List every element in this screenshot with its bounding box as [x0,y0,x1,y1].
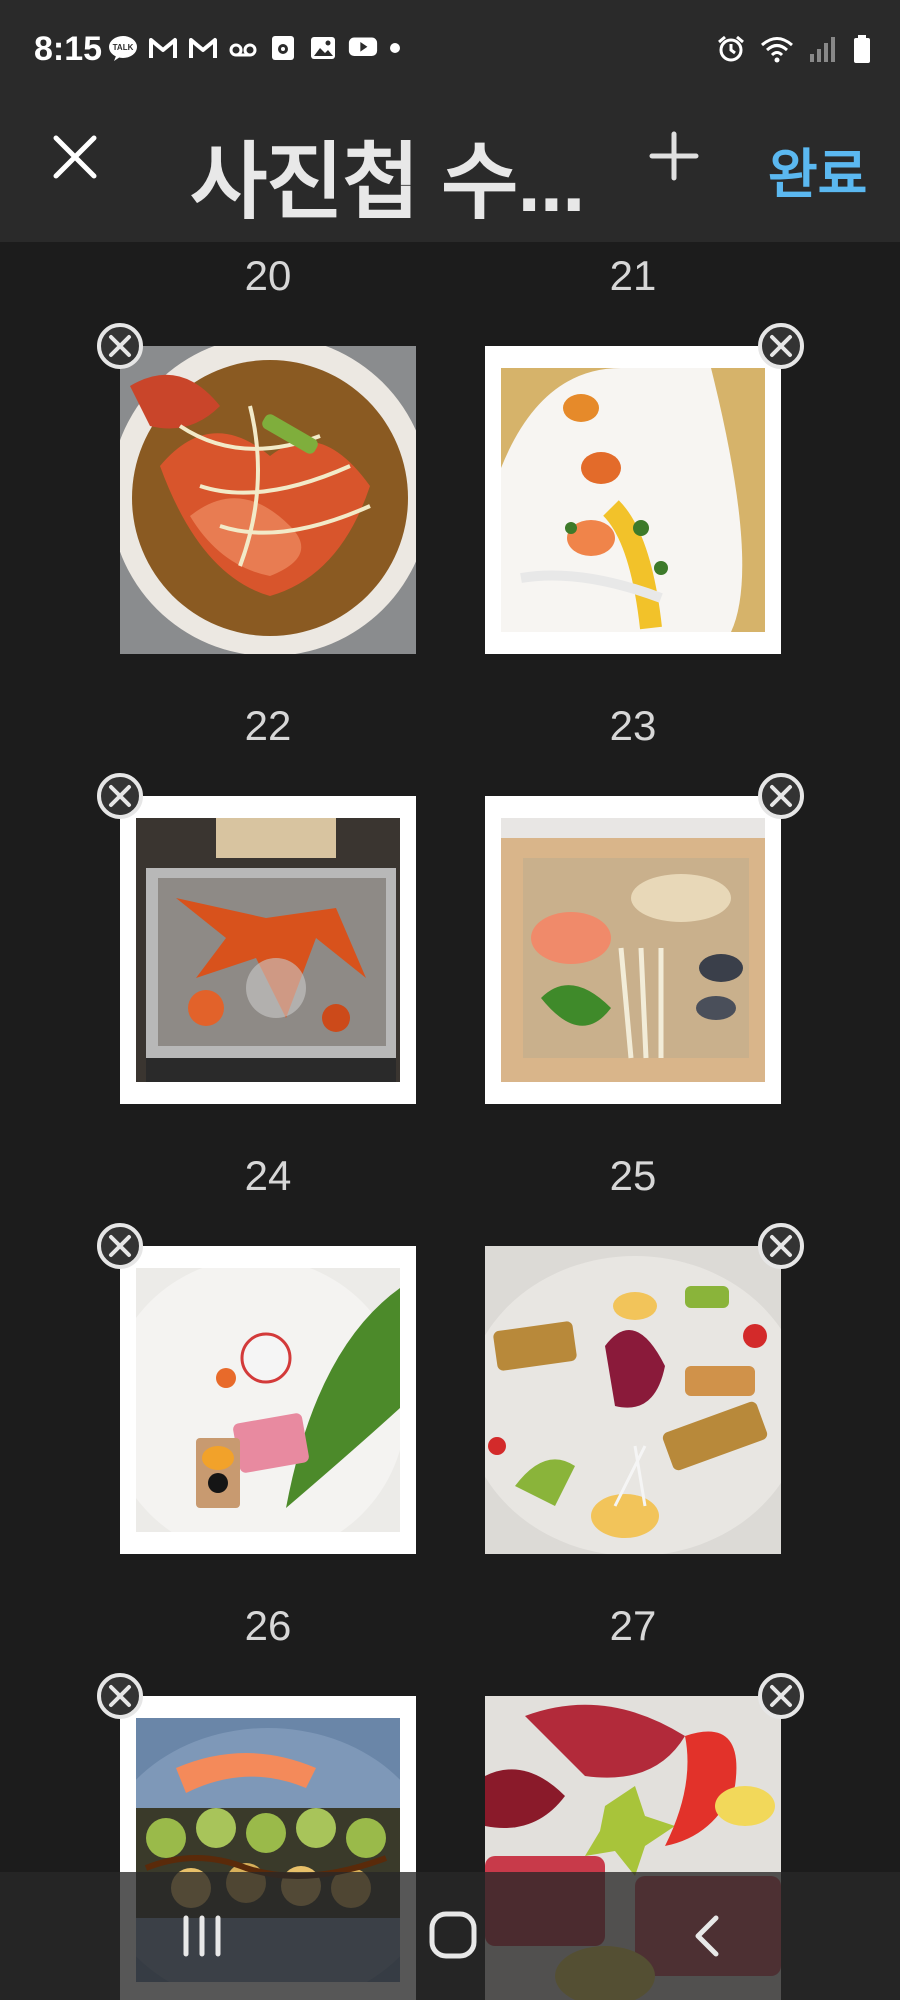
add-photo-button[interactable] [646,128,702,184]
youtube-icon [348,34,378,62]
remove-photo-button[interactable] [757,1222,805,1270]
photo-number: 21 [609,252,657,299]
app-header: 사진첩 수... 완료 [0,100,900,242]
back-icon [695,1915,719,1957]
photo-number: 24 [244,1152,292,1199]
remove-photo-button[interactable] [96,1672,144,1720]
recent-apps-icon [183,1915,221,1957]
home-button[interactable] [428,1910,478,1960]
voicemail-icon [228,34,258,62]
kakaotalk-icon: TALK [108,34,138,62]
seafood-basket-image [501,818,765,1082]
close-icon [53,135,97,179]
svg-text:TALK: TALK [113,43,134,52]
photo-number: 23 [609,702,657,749]
remove-circle-icon [97,323,143,369]
remove-circle-icon [97,1673,143,1719]
photo-thumbnail[interactable] [120,796,416,1104]
photo-thumbnail[interactable] [485,346,781,654]
done-button[interactable]: 완료 [768,130,867,209]
close-button[interactable] [48,130,102,184]
photo-thumbnail[interactable] [485,1246,781,1554]
page-title: 사진첩 수... [190,135,585,229]
salmon-plate-image [485,1246,781,1554]
gmail-icon [148,34,178,62]
signal-icon [808,34,838,62]
gmail-icon [188,34,218,62]
notification-icons: TALK [108,34,402,62]
status-bar: 8:15 TALK [0,0,900,100]
photo-thumbnail[interactable] [120,1246,416,1554]
photo-number: 22 [244,702,292,749]
remove-photo-button[interactable] [96,322,144,370]
status-time: 8:15 [34,30,103,68]
photo-number: 26 [244,1602,292,1649]
photo-thumbnail[interactable] [485,796,781,1104]
remove-circle-icon [758,1223,804,1269]
photo-thumbnail[interactable] [120,346,416,654]
dot-icon [388,34,402,62]
remove-circle-icon [758,1673,804,1719]
remove-circle-icon [758,773,804,819]
remove-circle-icon [758,323,804,369]
gallery-icon [308,34,338,62]
remove-photo-button[interactable] [757,322,805,370]
battery-icon [852,34,872,63]
crayfish-tray-image [136,818,400,1082]
plus-icon [649,131,699,181]
alarm-icon [716,34,746,62]
navigation-bar [0,1872,900,2000]
remove-photo-button[interactable] [757,1672,805,1720]
system-icons [716,34,872,63]
remove-photo-button[interactable] [757,772,805,820]
back-button[interactable] [690,1912,724,1960]
plated-seafood-image [501,368,765,632]
photo-number: 27 [609,1602,657,1649]
remove-circle-icon [97,1223,143,1269]
calendar-icon [268,34,298,62]
wifi-icon [760,34,794,63]
remove-photo-button[interactable] [96,1222,144,1270]
tuna-sashimi-image [136,1268,400,1532]
home-icon [429,1911,477,1959]
lobster-soup-image [120,346,416,654]
remove-circle-icon [97,773,143,819]
recent-apps-button[interactable] [178,1912,226,1960]
photo-number: 25 [609,1152,657,1199]
photo-number: 20 [244,252,292,299]
remove-photo-button[interactable] [96,772,144,820]
